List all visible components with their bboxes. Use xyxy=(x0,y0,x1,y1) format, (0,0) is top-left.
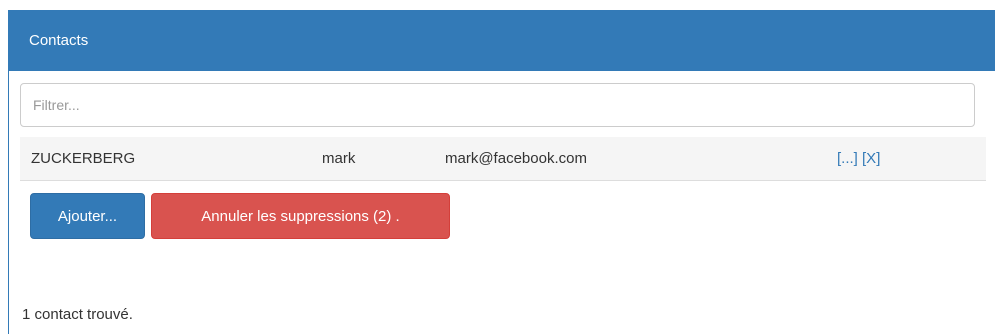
add-button[interactable]: Ajouter... xyxy=(30,193,145,239)
delete-link[interactable]: [X] xyxy=(862,150,880,167)
table-row: ZUCKERBERG mark mark@facebook.com [...] … xyxy=(20,137,986,181)
contact-last-name: ZUCKERBERG xyxy=(31,150,136,167)
filter-input[interactable] xyxy=(20,83,975,127)
contact-count-text: 1 contact trouvé. xyxy=(22,306,133,323)
contact-actions: [...] [X] xyxy=(837,137,880,180)
panel-title: Contacts xyxy=(9,10,995,71)
undo-deletions-button[interactable]: Annuler les suppressions (2) . xyxy=(151,193,450,239)
contact-email: mark@facebook.com xyxy=(445,150,587,167)
contact-first-name: mark xyxy=(322,150,356,167)
details-link[interactable]: [...] xyxy=(837,150,858,167)
